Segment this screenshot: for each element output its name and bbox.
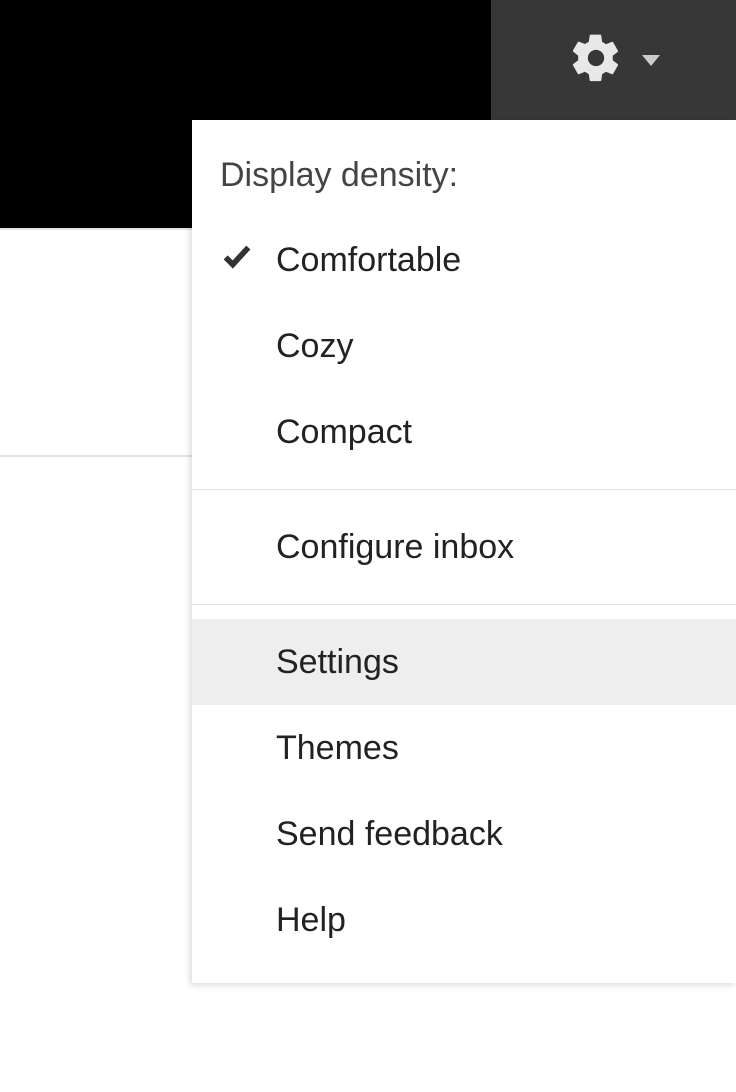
settings-gear-button[interactable] [491, 0, 736, 120]
left-panel [0, 120, 192, 1092]
menu-item-density-comfortable[interactable]: Comfortable [192, 217, 736, 303]
menu-item-label: Cozy [276, 327, 736, 366]
menu-item-label: Compact [276, 413, 736, 452]
top-toolbar [0, 0, 736, 120]
menu-item-label: Configure inbox [276, 528, 736, 567]
menu-item-help[interactable]: Help [192, 877, 736, 963]
divider [0, 455, 192, 457]
menu-item-label: Help [276, 901, 736, 940]
menu-item-configure-inbox[interactable]: Configure inbox [192, 504, 736, 590]
menu-item-label: Comfortable [276, 241, 736, 280]
menu-item-send-feedback[interactable]: Send feedback [192, 791, 736, 877]
gear-icon [568, 30, 624, 91]
menu-item-density-compact[interactable]: Compact [192, 389, 736, 475]
menu-section-header: Display density: [192, 146, 736, 217]
settings-dropdown-menu: Display density: Comfortable Cozy Compac… [192, 120, 736, 983]
menu-item-density-cozy[interactable]: Cozy [192, 303, 736, 389]
menu-item-label: Send feedback [276, 815, 736, 854]
divider [0, 228, 192, 230]
divider [192, 604, 736, 605]
content-area: Display density: Comfortable Cozy Compac… [0, 120, 736, 1092]
menu-item-themes[interactable]: Themes [192, 705, 736, 791]
menu-item-label: Themes [276, 729, 736, 768]
menu-item-label: Settings [276, 643, 736, 682]
menu-item-settings[interactable]: Settings [192, 619, 736, 705]
chevron-down-icon [642, 55, 660, 66]
divider [192, 489, 736, 490]
check-icon [220, 239, 254, 282]
left-panel-dark [0, 120, 192, 228]
